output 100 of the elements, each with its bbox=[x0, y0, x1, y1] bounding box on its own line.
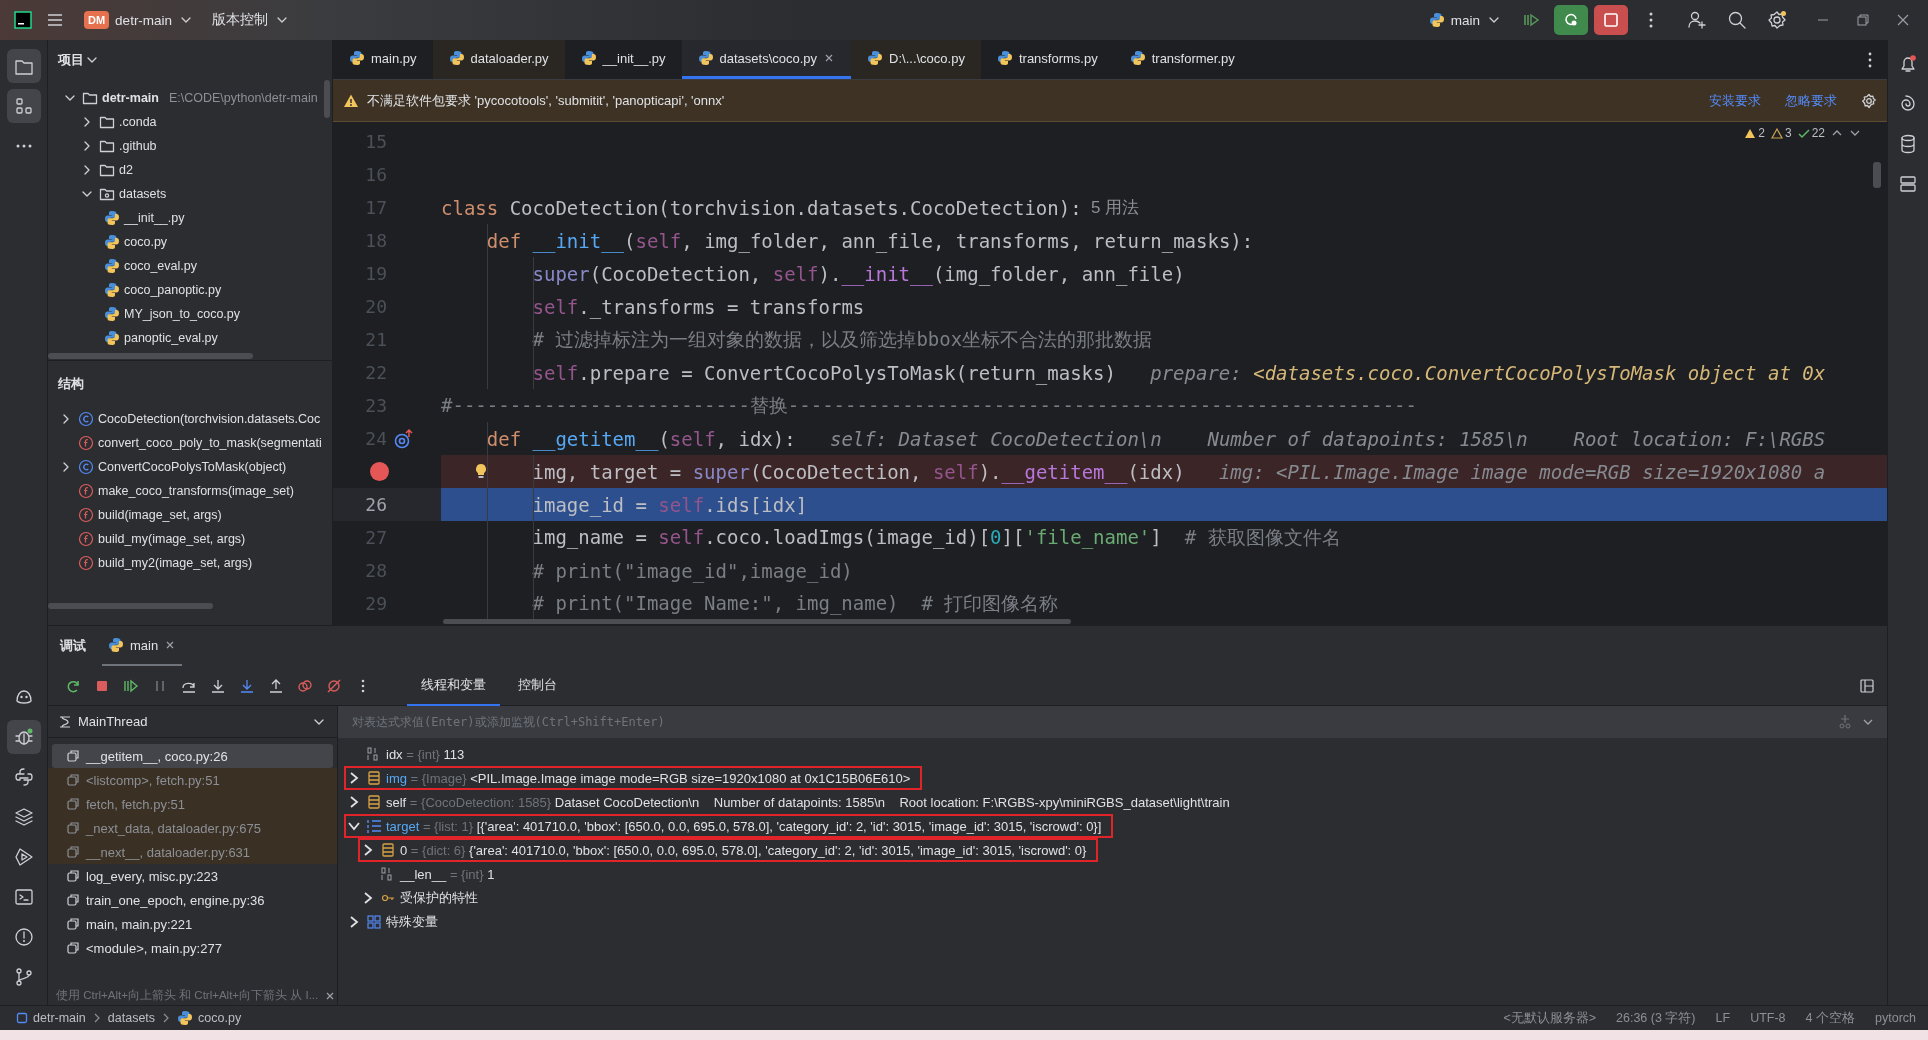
editor-tab[interactable]: __init__.py bbox=[564, 40, 682, 79]
inline-value-hint: 5 用法 bbox=[1091, 197, 1140, 219]
code-line: # 过滤掉标注为一组对象的数据，以及筛选掉bbox坐标不合法的那批数据 bbox=[532, 326, 1153, 352]
status-item[interactable]: 4 个空格 bbox=[1805, 1009, 1855, 1027]
vertical-scrollbar[interactable] bbox=[324, 80, 330, 118]
status-item[interactable]: LF bbox=[1715, 1011, 1731, 1025]
structure-item[interactable]: build_my(image_set, args) bbox=[98, 532, 246, 546]
project-selector[interactable]: DM detr-main bbox=[78, 7, 201, 33]
tree-item[interactable]: coco_eval.py bbox=[124, 259, 197, 273]
more-icon bbox=[15, 144, 32, 148]
variable-entry[interactable]: target = {list: 1} [{'area': 401710.0, 'bbox': [650.0, 0.0, 695.0, 578.0], 'category_id': 2, 'id': 3015, 'image_id': 3015, 'iscrowd': 0}] bbox=[386, 818, 1102, 834]
breadcrumb-item[interactable]: datasets bbox=[107, 1011, 156, 1025]
tool-window-button[interactable] bbox=[6, 49, 41, 83]
inspection-count[interactable]: 2 bbox=[1758, 126, 1765, 140]
variable-entry[interactable]: 特殊变量 bbox=[386, 913, 438, 931]
variable-entry[interactable]: __len__ = {int} 1 bbox=[400, 866, 495, 882]
function-icon bbox=[78, 531, 94, 547]
stack-frame[interactable]: log_every, misc.py:223 bbox=[86, 868, 218, 884]
editor-tab[interactable]: main.py bbox=[333, 40, 433, 79]
editor-tab[interactable]: transforms.py bbox=[980, 40, 1114, 79]
structure-item[interactable]: CocoDetection(torchvision.datasets.Coc bbox=[98, 412, 321, 426]
structure-item[interactable]: build_my2(image_set, args) bbox=[98, 556, 253, 570]
more-icon bbox=[1648, 11, 1654, 29]
editor-tab[interactable]: transformer.py bbox=[1113, 40, 1251, 79]
function-icon bbox=[78, 507, 94, 523]
grid-icon bbox=[366, 914, 382, 930]
frame-icon bbox=[66, 749, 80, 763]
function-icon bbox=[78, 483, 94, 499]
tool-window-button[interactable] bbox=[6, 89, 41, 123]
panel-title-dropdown[interactable]: 项目 bbox=[58, 51, 100, 69]
stop-button[interactable] bbox=[1594, 5, 1628, 35]
view-tab[interactable]: 控制台 bbox=[504, 665, 571, 706]
variable-entry[interactable]: self = {CocoDetection: 1585} Dataset CocoDetection\n Number of datapoints: 1585\n Root location: F:\RGBS-xpy\miniRGBS_dataset\light\train bbox=[386, 794, 1230, 810]
tree-item[interactable]: detr-main bbox=[102, 91, 159, 105]
structure-item[interactable]: convert_coco_poly_to_mask(segmentati bbox=[98, 436, 322, 450]
lightbulb-icon[interactable] bbox=[473, 463, 489, 481]
action-link[interactable]: 忽略要求 bbox=[1785, 91, 1837, 110]
status-item[interactable]: UTF-8 bbox=[1750, 1011, 1786, 1025]
breakpoint-icon[interactable] bbox=[370, 462, 389, 481]
warning-count-icon[interactable] bbox=[1744, 127, 1757, 139]
code-line: super(CocoDetection, self).__init__(img_folder, ann_file) bbox=[532, 262, 1185, 285]
tree-item[interactable]: panoptic_eval.py bbox=[124, 331, 218, 345]
tool-window-button[interactable] bbox=[6, 720, 41, 754]
breadcrumb-item[interactable]: detr-main bbox=[33, 1011, 86, 1025]
rerun-debug-button[interactable] bbox=[1554, 5, 1588, 35]
python-icon bbox=[12, 766, 35, 788]
structure-item[interactable]: build(image_set, args) bbox=[98, 508, 222, 522]
stack-frame[interactable]: <module>, main.py:277 bbox=[86, 940, 222, 956]
variable-entry[interactable]: img = {Image} <PIL.Image.Image image mode=RGB size=1920x1080 at 0x1C15B06E610> bbox=[386, 770, 911, 786]
code-line: self._transforms = transforms bbox=[532, 295, 865, 318]
structure-item[interactable]: ConvertCocoPolysToMask(object) bbox=[98, 460, 287, 474]
variable-entry[interactable]: 0 = {dict: 6} {'area': 401710.0, 'bbox': [650.0, 0.0, 695.0, 578.0], 'category_id': 2, 'id': 3015, 'image_id': 3015, 'iscrowd': 0} bbox=[400, 842, 1087, 858]
weak-count-icon[interactable] bbox=[1770, 127, 1783, 139]
status-item[interactable]: pytorch bbox=[1875, 1011, 1916, 1025]
run-config-selector[interactable]: main bbox=[1422, 8, 1508, 32]
settings-icon bbox=[1861, 92, 1877, 109]
thread-icon bbox=[58, 714, 72, 729]
object-icon bbox=[380, 842, 396, 858]
settings-button[interactable] bbox=[1861, 92, 1877, 109]
python-file-icon bbox=[697, 50, 714, 66]
inline-value-hint: img: <PIL.Image.Image image mode=RGB size=1920x1080 a bbox=[1218, 460, 1826, 483]
action-link[interactable]: 安装要求 bbox=[1709, 91, 1761, 110]
ok-count-icon[interactable] bbox=[1797, 127, 1810, 139]
override-icon[interactable] bbox=[393, 427, 415, 450]
tree-item[interactable]: coco_panoptic.py bbox=[124, 283, 222, 297]
code-line: class CocoDetection(torchvision.datasets.CocoDetection): bbox=[441, 196, 1082, 219]
menu-icon bbox=[46, 11, 64, 29]
tree-item[interactable]: coco.py bbox=[124, 235, 168, 249]
tree-item[interactable]: .conda bbox=[119, 115, 157, 129]
tree-item[interactable]: __init__.py bbox=[124, 211, 185, 225]
inspection-count[interactable]: 3 bbox=[1784, 126, 1792, 140]
inline-value-hint: self: Dataset CocoDetection\n Number of datapoints: 1585\n Root location: F:\RGBS bbox=[830, 427, 1826, 450]
status-item[interactable]: <无默认服务器> bbox=[1503, 1009, 1597, 1027]
breadcrumb-item[interactable]: coco.py bbox=[198, 1011, 242, 1025]
app-logo-icon[interactable] bbox=[14, 11, 32, 29]
python-file-icon bbox=[104, 330, 120, 346]
stack-frame[interactable]: main, main.py:221 bbox=[86, 916, 193, 932]
variable-entry[interactable]: idx = {int} 113 bbox=[386, 746, 465, 762]
python-file-icon bbox=[104, 258, 120, 274]
tree-item[interactable]: d2 bbox=[119, 163, 133, 177]
horizontal-scrollbar[interactable] bbox=[48, 603, 213, 609]
stack-frame[interactable]: train_one_epoch, engine.py:36 bbox=[86, 892, 265, 908]
editor-tab[interactable]: datasets\coco.py bbox=[681, 40, 852, 79]
editor-tab[interactable]: D:\...\coco.py bbox=[851, 40, 981, 79]
variable-entry[interactable]: 受保护的特性 bbox=[400, 889, 478, 907]
python-file-icon bbox=[996, 50, 1013, 66]
vertical-scrollbar[interactable] bbox=[1873, 162, 1881, 188]
debug-session-tab[interactable]: main bbox=[102, 626, 183, 666]
editor-tab[interactable]: dataloader.py bbox=[432, 40, 565, 79]
horizontal-scrollbar[interactable] bbox=[48, 353, 253, 359]
status-item[interactable]: 26:36 (3 字符) bbox=[1616, 1009, 1696, 1027]
horizontal-scrollbar[interactable] bbox=[443, 619, 1071, 624]
project-path: E:\CODE\python\detr-main bbox=[168, 91, 318, 105]
tree-item[interactable]: datasets bbox=[119, 187, 167, 201]
tree-item[interactable]: .github bbox=[119, 139, 157, 153]
inspection-count[interactable]: 22 bbox=[1811, 126, 1825, 140]
tree-item[interactable]: MY_json_to_coco.py bbox=[124, 307, 241, 321]
vcs-menu[interactable]: 版本控制 bbox=[206, 7, 297, 33]
thread-dropdown[interactable]: MainThread bbox=[48, 706, 337, 738]
structure-item[interactable]: make_coco_transforms(image_set) bbox=[98, 484, 294, 498]
